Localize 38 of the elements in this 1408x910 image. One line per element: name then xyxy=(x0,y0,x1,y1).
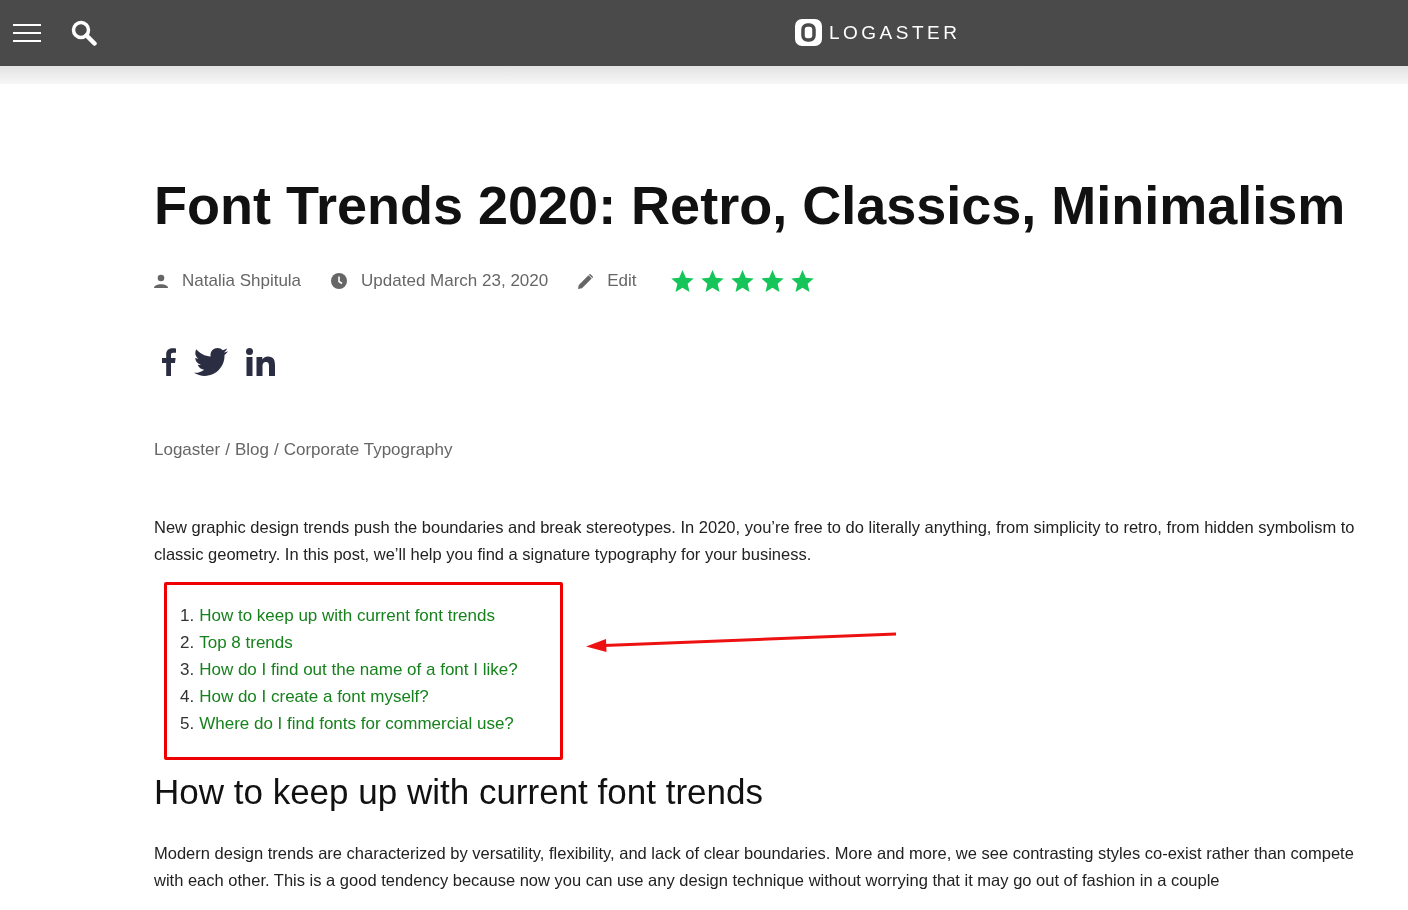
breadcrumb-separator: / xyxy=(225,440,230,460)
contents-link[interactable]: Top 8 trends xyxy=(199,629,293,656)
section-heading: How to keep up with current font trends xyxy=(154,771,764,813)
breadcrumb-link[interactable]: Blog xyxy=(234,440,269,460)
author-name[interactable]: Natalia Shpitula xyxy=(182,271,302,291)
article-title: Font Trends 2020: Retro, Classics, Minimalism xyxy=(154,174,1347,237)
contents-link[interactable]: How do I create a font myself? xyxy=(199,683,429,710)
person-icon xyxy=(154,274,168,288)
logo-icon[interactable] xyxy=(795,19,822,46)
star-icon xyxy=(670,270,694,292)
menu-icon[interactable] xyxy=(13,23,41,43)
updated-date: Updated March 23, 2020 xyxy=(361,271,549,291)
body-paragraph: Modern design trends are characterized by versatility, flexibility, and lack of clear boundaries. More and more, we see contrasting styles co-exist rather than compete with each other. This is a good tendency because now you can use any design technique without worrying that it may go out of fashion in a couple xyxy=(154,843,1355,891)
breadcrumb-separator: / xyxy=(273,440,279,460)
clock-icon xyxy=(331,273,348,289)
logo-text[interactable]: LOGASTER xyxy=(829,21,961,44)
list-number: 5. xyxy=(180,713,195,735)
breadcrumb-link[interactable]: Corporate Typography xyxy=(283,440,453,460)
star-icon xyxy=(730,270,754,292)
list-number: 4. xyxy=(180,686,195,708)
linkedin-icon[interactable] xyxy=(246,348,275,376)
list-number: 2. xyxy=(180,632,195,654)
search-icon[interactable] xyxy=(71,20,97,46)
intro-paragraph: New graphic design trends push the boundaries and break stereotypes. In 2020, you’re free to do literally anything, from simplicity to retro, from hidden symbolism to classic geometry. In this post, we’ll help you find a signature typography for your business. xyxy=(154,517,1356,565)
star-rating[interactable] xyxy=(670,270,814,292)
pencil-icon xyxy=(578,273,594,289)
contents-link[interactable]: Where do I find fonts for commercial use? xyxy=(199,710,514,737)
star-icon xyxy=(760,270,784,292)
list-number: 3. xyxy=(180,659,195,681)
star-icon xyxy=(700,270,724,292)
contents-link[interactable]: How to keep up with current font trends xyxy=(199,602,495,629)
contents-link[interactable]: How do I find out the name of a font I like? xyxy=(199,656,518,683)
list-number: 1. xyxy=(180,605,195,627)
bird-icon[interactable] xyxy=(194,348,228,376)
edit-link[interactable]: Edit xyxy=(607,271,637,291)
breadcrumb-link[interactable]: Logaster xyxy=(154,440,221,460)
facebook-icon[interactable] xyxy=(162,348,176,376)
star-icon xyxy=(790,270,814,292)
